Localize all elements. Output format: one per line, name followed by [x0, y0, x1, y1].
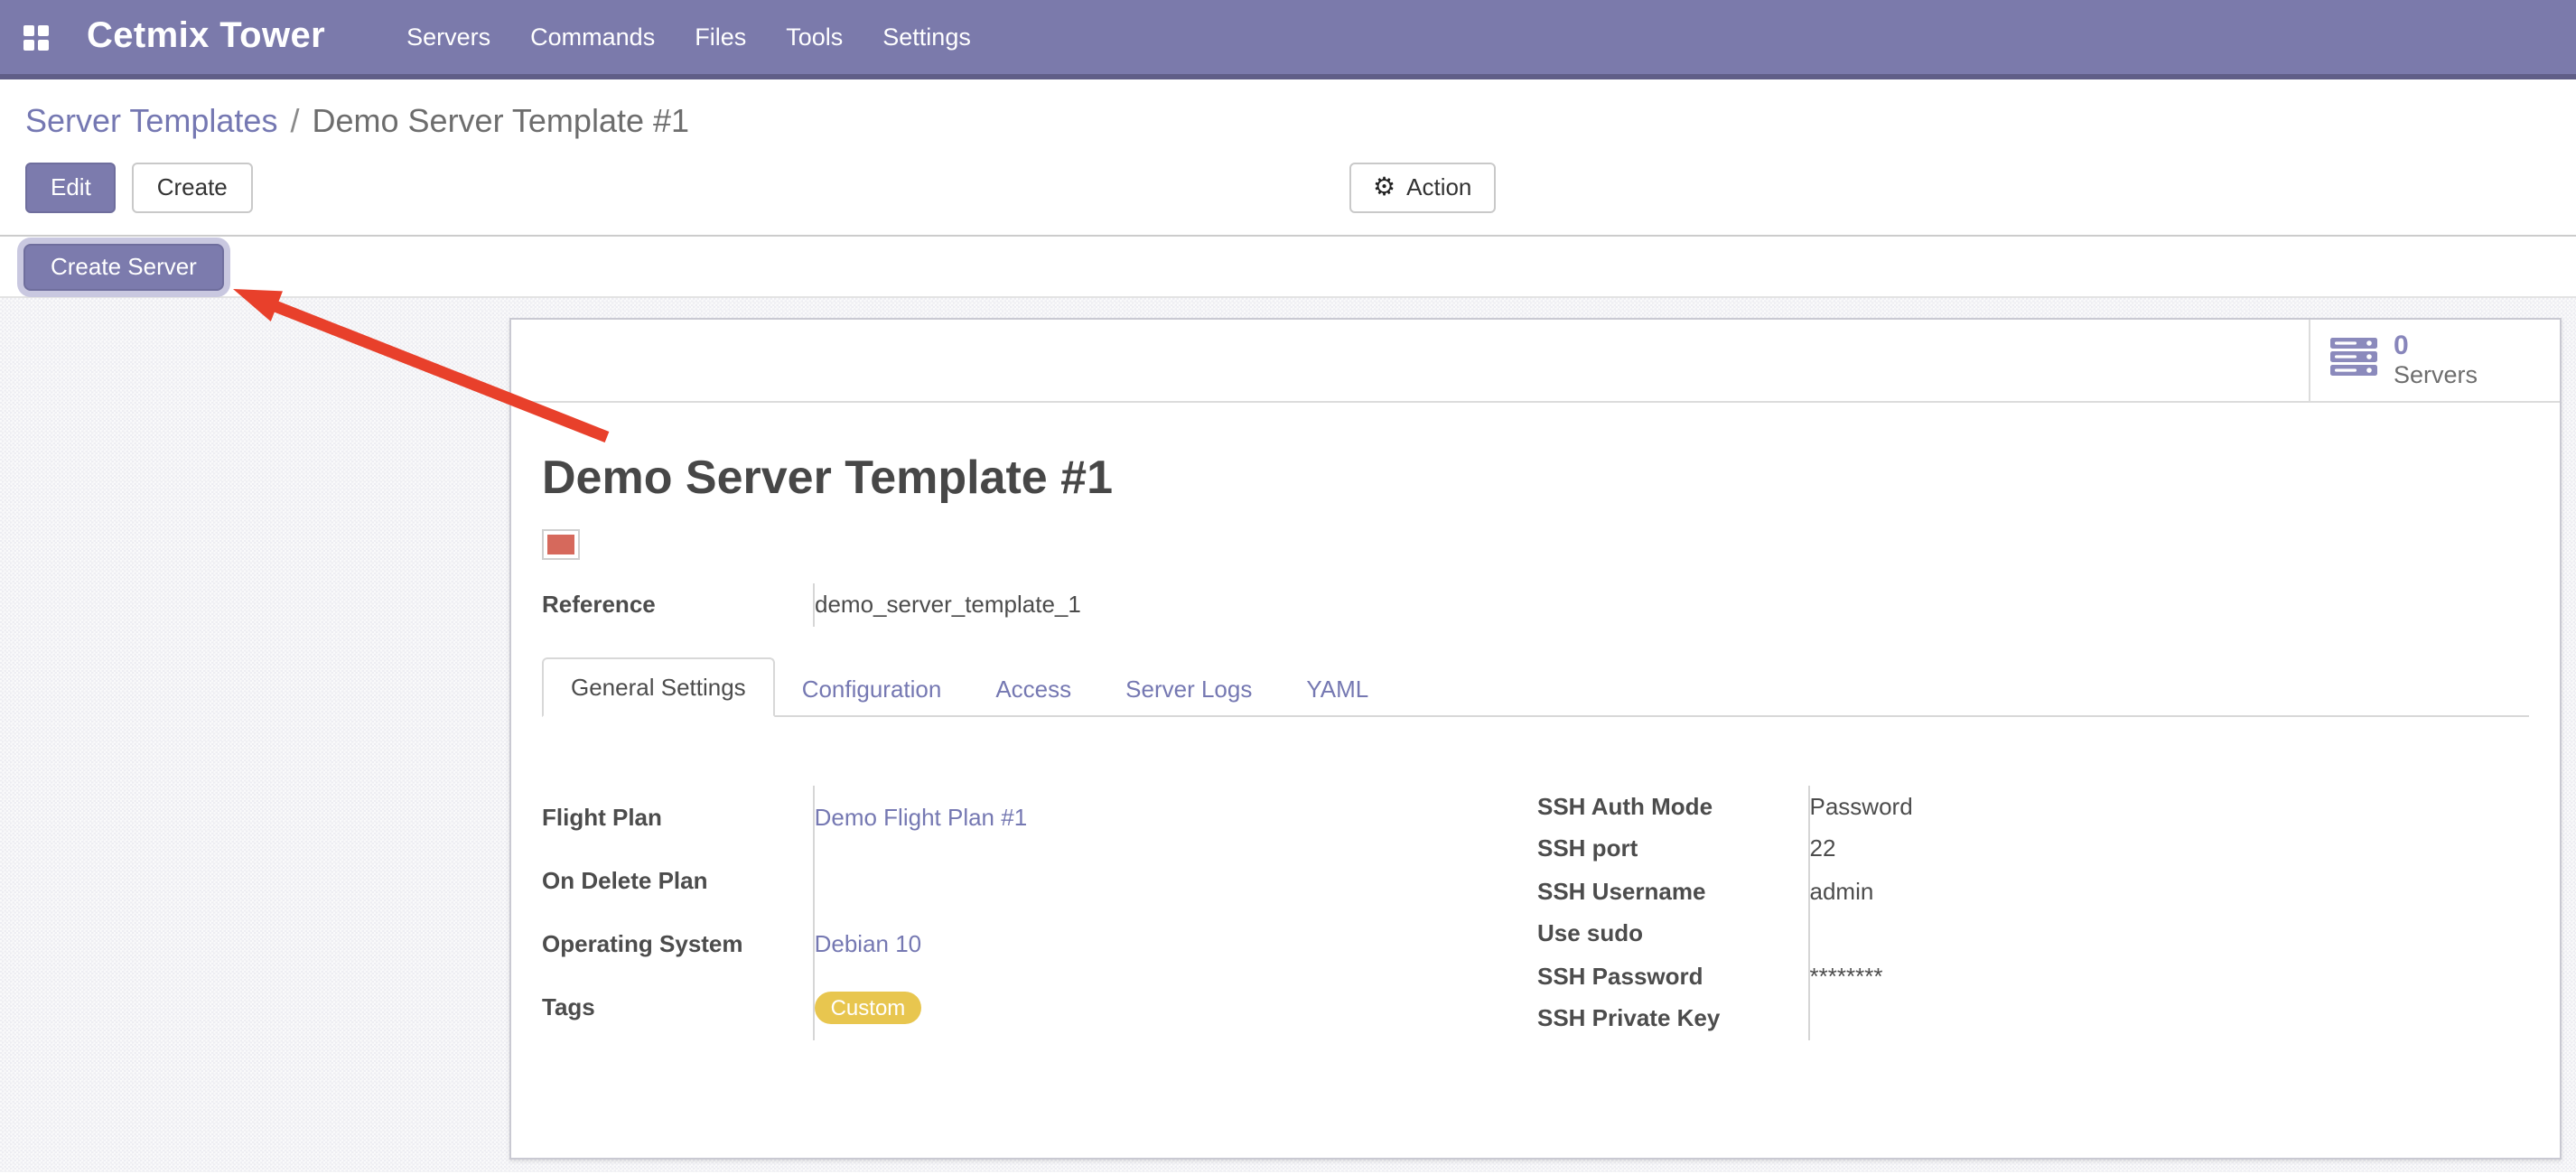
control-buttons-row: Edit Create ⚙ Action	[0, 141, 2576, 235]
action-button-label: Action	[1406, 173, 1471, 202]
menu-files[interactable]: Files	[675, 23, 766, 51]
field-row-operating-system: Operating System Debian 10	[542, 912, 1537, 976]
field-row-reference: Reference demo_server_template_1	[542, 583, 1081, 626]
flight-plan-link[interactable]: Demo Flight Plan #1	[815, 803, 1028, 830]
field-groups: Flight Plan Demo Flight Plan #1 On Delet…	[542, 785, 2529, 1039]
servers-stat-button[interactable]: 0 Servers	[2309, 320, 2560, 401]
breadcrumb-current: Demo Server Template #1	[313, 103, 690, 139]
breadcrumb-parent-link[interactable]: Server Templates	[25, 103, 277, 139]
stat-text: 0 Servers	[2394, 331, 2478, 390]
field-label-ssh-auth-mode: SSH Auth Mode	[1537, 785, 1809, 827]
field-value-on-delete-plan	[814, 849, 1537, 913]
app-brand[interactable]: Cetmix Tower	[87, 16, 325, 58]
color-swatch[interactable]	[542, 529, 580, 560]
top-navbar: Cetmix Tower Servers Commands Files Tool…	[0, 0, 2576, 79]
field-row-use-sudo: Use sudo	[1537, 912, 2529, 955]
field-group-right: SSH Auth Mode Password SSH port 22 SSH U…	[1537, 785, 2529, 1039]
button-box: 0 Servers	[511, 320, 2560, 403]
tab-yaml[interactable]: YAML	[1279, 660, 1395, 716]
field-value-use-sudo	[1809, 912, 2530, 955]
tab-server-logs[interactable]: Server Logs	[1098, 660, 1279, 716]
menu-tools[interactable]: Tools	[766, 23, 863, 51]
field-value-ssh-port: 22	[1809, 827, 2530, 870]
apps-grid-icon[interactable]	[23, 24, 49, 50]
field-row-ssh-password: SSH Password ********	[1537, 955, 2529, 997]
control-panel: Server Templates / Demo Server Template #1…	[0, 79, 2576, 237]
field-row-flight-plan: Flight Plan Demo Flight Plan #1	[542, 785, 1537, 849]
field-label-ssh-password: SSH Password	[1537, 955, 1809, 997]
app-window: Cetmix Tower Servers Commands Files Tool…	[0, 0, 2576, 1174]
tag-badge[interactable]: Custom	[815, 992, 922, 1024]
field-label-ssh-private-key: SSH Private Key	[1537, 997, 1809, 1039]
field-value-ssh-auth-mode: Password	[1809, 785, 2530, 827]
breadcrumb: Server Templates / Demo Server Template #1	[0, 79, 2576, 141]
field-value-tags: Custom	[814, 976, 1537, 1040]
action-button[interactable]: ⚙ Action	[1349, 163, 1495, 213]
tab-access[interactable]: Access	[968, 660, 1098, 716]
field-label-ssh-port: SSH port	[1537, 827, 1809, 870]
menu-commands[interactable]: Commands	[510, 23, 675, 51]
field-label-on-delete-plan: On Delete Plan	[542, 849, 814, 913]
field-value-ssh-private-key	[1809, 997, 2530, 1039]
button-strip: Create Server	[0, 237, 2576, 298]
field-label-flight-plan: Flight Plan	[542, 785, 814, 849]
form-view-background: 0 Servers Demo Server Template #1 Refere…	[0, 298, 2576, 1172]
field-row-tags: Tags Custom	[542, 976, 1537, 1040]
field-row-on-delete-plan: On Delete Plan	[542, 849, 1537, 913]
field-value-ssh-username: admin	[1809, 870, 2530, 912]
field-row-ssh-username: SSH Username admin	[1537, 870, 2529, 912]
field-row-ssh-auth-mode: SSH Auth Mode Password	[1537, 785, 2529, 827]
servers-count-label: Servers	[2394, 362, 2478, 390]
notebook-tabs: General Settings Configuration Access Se…	[542, 655, 2529, 716]
sheet-body: Demo Server Template #1 Reference demo_s…	[511, 450, 2560, 1039]
main-menu: Servers Commands Files Tools Settings	[387, 23, 991, 51]
form-sheet: 0 Servers Demo Server Template #1 Refere…	[509, 318, 2562, 1160]
servers-stack-icon	[2330, 337, 2377, 384]
field-value-ssh-password: ********	[1809, 955, 2530, 997]
menu-settings[interactable]: Settings	[863, 23, 991, 51]
field-label-ssh-username: SSH Username	[1537, 870, 1809, 912]
field-row-ssh-private-key: SSH Private Key	[1537, 997, 2529, 1039]
field-label-reference: Reference	[542, 583, 814, 626]
menu-servers[interactable]: Servers	[387, 23, 510, 51]
tab-configuration[interactable]: Configuration	[775, 660, 969, 716]
operating-system-link[interactable]: Debian 10	[815, 930, 922, 957]
servers-count: 0	[2394, 331, 2478, 362]
field-row-ssh-port: SSH port 22	[1537, 827, 2529, 870]
record-title: Demo Server Template #1	[542, 450, 2529, 504]
gear-icon: ⚙	[1373, 175, 1395, 200]
field-label-use-sudo: Use sudo	[1537, 912, 1809, 955]
edit-button[interactable]: Edit	[25, 163, 117, 213]
create-button[interactable]: Create	[132, 163, 253, 213]
field-label-operating-system: Operating System	[542, 912, 814, 976]
field-label-tags: Tags	[542, 976, 814, 1040]
tab-general-settings[interactable]: General Settings	[542, 657, 775, 716]
breadcrumb-separator: /	[290, 103, 299, 139]
create-server-button[interactable]: Create Server	[23, 244, 224, 291]
field-value-flight-plan: Demo Flight Plan #1	[814, 785, 1537, 849]
field-value-reference: demo_server_template_1	[814, 583, 1081, 626]
reference-field: Reference demo_server_template_1	[542, 583, 1081, 626]
field-value-operating-system: Debian 10	[814, 912, 1537, 976]
field-group-left: Flight Plan Demo Flight Plan #1 On Delet…	[542, 785, 1537, 1039]
